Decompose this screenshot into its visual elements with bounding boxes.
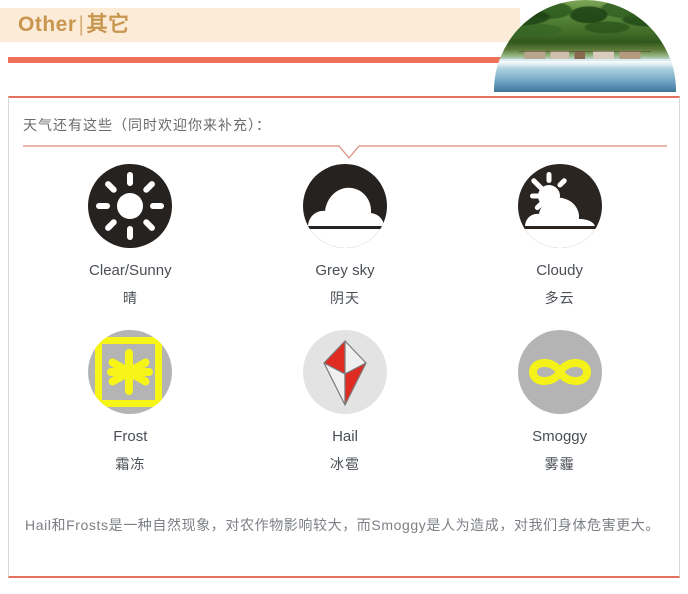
weather-label-zh: 冰雹 — [329, 456, 360, 472]
hail-icon[interactable] — [299, 326, 391, 418]
frost-icon[interactable] — [84, 326, 176, 418]
photo-foam-layer — [494, 60, 676, 69]
weather-label-zh: 阴天 — [329, 290, 360, 306]
weather-item[interactable]: Grey sky 阴天 — [238, 160, 453, 308]
grey-sky-icon[interactable] — [299, 160, 391, 252]
page-title: Other|其它 — [18, 10, 129, 39]
header-photo — [494, 0, 676, 92]
weather-label-en: Grey sky — [315, 262, 375, 279]
page-title-separator: | — [78, 13, 85, 36]
weather-label-zh: 晴 — [122, 290, 138, 306]
weather-label-en: Clear/Sunny — [89, 262, 172, 279]
photo-forest-layer — [494, 0, 676, 58]
weather-label-en: Frost — [113, 428, 148, 445]
weather-item[interactable]: Smoggy 雾霾 — [452, 326, 667, 474]
weather-label-zh: 多云 — [544, 290, 575, 306]
footer-note: Hail和Frosts是一种自然现象，对农作物影响较大，而Smoggy是人为造成… — [25, 517, 660, 533]
weather-item[interactable]: Clear/Sunny 晴 — [23, 160, 238, 308]
weather-icon-grid: Clear/Sunny 晴 Grey sky 阴天 Cloudy 多云 Fros… — [23, 160, 667, 492]
weather-label-zh: 霜冻 — [115, 456, 146, 472]
cloudy-icon[interactable] — [514, 160, 606, 252]
weather-label-en: Hail — [332, 428, 358, 445]
page-root: Other|其它 天气还有这些（同时欢迎你来补充）： Clear/Sunny 晴… — [0, 0, 688, 594]
intro-text: 天气还有这些（同时欢迎你来补充）： — [23, 117, 271, 133]
section-divider — [23, 142, 667, 160]
page-title-zh: 其它 — [86, 13, 130, 36]
weather-item[interactable]: Frost 霜冻 — [23, 326, 238, 474]
smoggy-icon[interactable] — [514, 326, 606, 418]
weather-label-en: Cloudy — [536, 262, 583, 279]
weather-label-zh: 雾霾 — [544, 456, 575, 472]
content-card: 天气还有这些（同时欢迎你来补充）： Clear/Sunny 晴 Grey sky… — [8, 96, 680, 578]
weather-item[interactable]: Cloudy 多云 — [452, 160, 667, 308]
divider-with-chevron-icon — [23, 145, 667, 159]
weather-item[interactable]: Hail 冰雹 — [238, 326, 453, 474]
page-title-en: Other — [18, 13, 77, 36]
clear-sunny-icon[interactable] — [84, 160, 176, 252]
weather-label-en: Smoggy — [532, 428, 588, 445]
header-accent-bar — [8, 57, 518, 63]
